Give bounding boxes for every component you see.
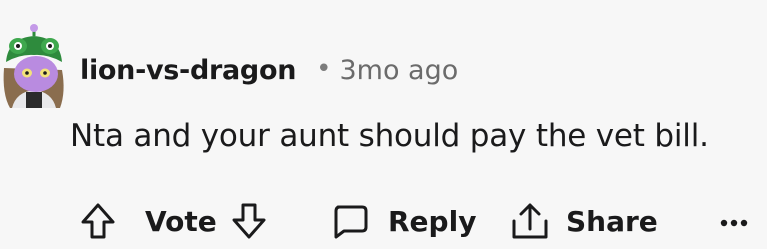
upvote-button[interactable]: [80, 196, 116, 246]
share-icon: [510, 201, 550, 241]
reply-button[interactable]: Reply: [330, 196, 476, 246]
user-avatar[interactable]: [0, 24, 68, 108]
comment-body: Nta and your aunt should pay the vet bil…: [70, 118, 709, 154]
arrow-down-icon: [231, 201, 267, 241]
ellipsis-icon: [718, 201, 750, 241]
downvote-button[interactable]: [231, 196, 267, 246]
speech-bubble-icon: [330, 201, 370, 241]
share-button[interactable]: Share: [510, 196, 658, 246]
share-label: Share: [566, 204, 658, 238]
reply-label: Reply: [388, 204, 477, 238]
username-link[interactable]: lion-vs-dragon: [80, 55, 296, 86]
comment: lion-vs-dragon • 3mo ago Nta and your au…: [0, 0, 767, 249]
comment-action-bar: Vote Reply Share: [0, 196, 767, 246]
vote-count: Vote: [145, 196, 217, 246]
vote-label: Vote: [145, 204, 217, 238]
arrow-up-icon: [80, 201, 116, 241]
comment-header: lion-vs-dragon • 3mo ago: [80, 48, 458, 92]
timestamp[interactable]: 3mo ago: [339, 55, 458, 86]
meta-separator: •: [316, 54, 332, 84]
more-options-button[interactable]: [718, 196, 750, 246]
